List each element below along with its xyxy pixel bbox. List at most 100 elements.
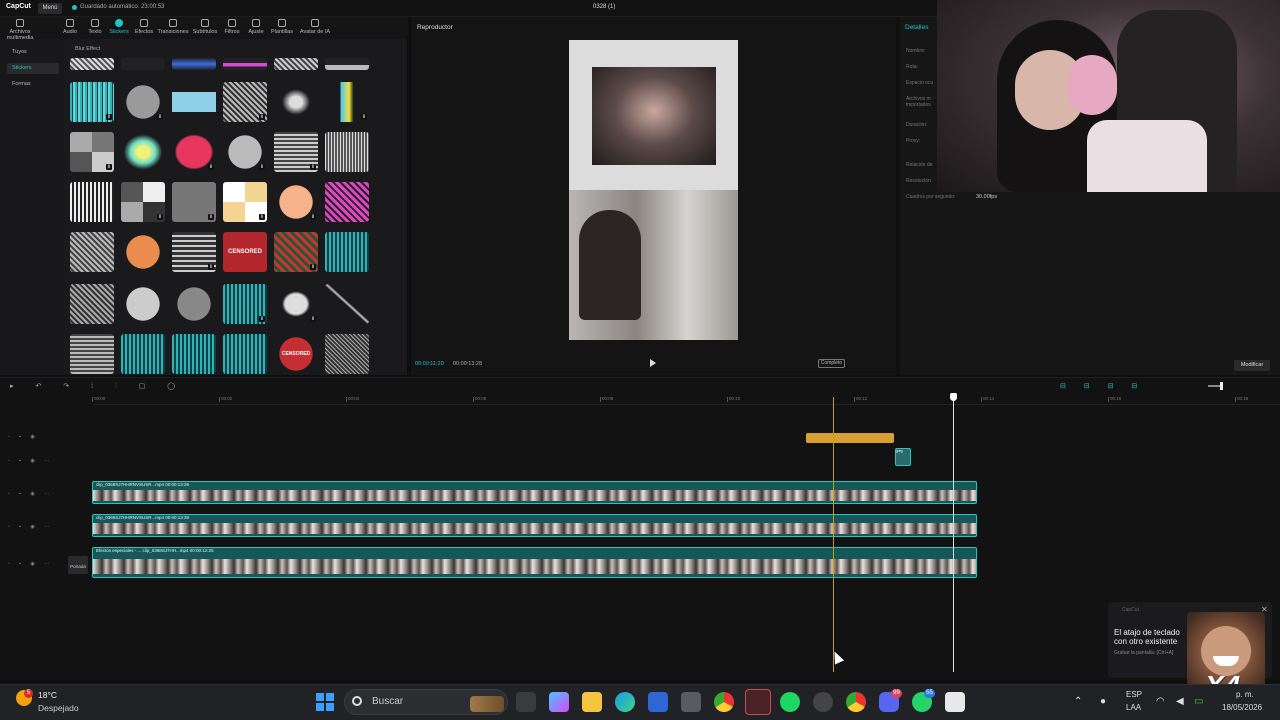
sticker-item[interactable] bbox=[325, 58, 369, 70]
tool-transitions[interactable]: Transiciones bbox=[155, 19, 191, 35]
preview-canvas[interactable] bbox=[569, 40, 738, 340]
microphone-icon[interactable]: ● bbox=[1100, 696, 1106, 707]
sticker-item[interactable]: ⬇ bbox=[172, 232, 216, 272]
track-controls[interactable]: ▫ ▪ ◉ ⋯ bbox=[8, 458, 53, 464]
sticker-item[interactable]: ⬇ bbox=[70, 132, 114, 172]
obs-icon[interactable] bbox=[813, 692, 833, 712]
download-icon[interactable]: ⬇ bbox=[310, 164, 316, 170]
spotify-icon[interactable] bbox=[780, 692, 800, 712]
download-icon[interactable]: ⬇ bbox=[310, 316, 316, 322]
download-icon[interactable]: ⬇ bbox=[208, 164, 214, 170]
sticker-item[interactable] bbox=[223, 334, 267, 374]
volume-icon[interactable]: ◀ bbox=[1176, 696, 1184, 707]
battery-icon[interactable]: ▭ bbox=[1194, 696, 1203, 707]
edge-icon[interactable] bbox=[615, 692, 635, 712]
chevron-up-icon[interactable]: ⌃ bbox=[1074, 696, 1082, 707]
sticker-item[interactable]: ⬇ bbox=[223, 182, 267, 222]
track-controls[interactable]: ▫ ▪ ◉ ⋯ bbox=[8, 524, 53, 530]
sticker-item[interactable]: ⬇ bbox=[172, 132, 216, 172]
sticker-item[interactable] bbox=[274, 58, 318, 70]
download-icon[interactable]: ⬇ bbox=[259, 214, 265, 220]
wifi-icon[interactable]: ◠ bbox=[1156, 696, 1165, 707]
sticker-item[interactable] bbox=[325, 132, 369, 172]
sticker-item[interactable] bbox=[325, 182, 369, 222]
sticker-item[interactable] bbox=[70, 232, 114, 272]
nav-item-formas[interactable]: Formas bbox=[7, 79, 59, 90]
sticker-item[interactable] bbox=[70, 334, 114, 374]
download-icon[interactable]: ⬇ bbox=[106, 164, 112, 170]
sticker-item[interactable] bbox=[121, 132, 165, 172]
download-icon[interactable]: ⬇ bbox=[208, 214, 214, 220]
sticker-item[interactable]: ⬇ bbox=[274, 132, 318, 172]
store-icon[interactable] bbox=[648, 692, 668, 712]
sticker-item[interactable] bbox=[70, 284, 114, 324]
tab-details[interactable]: Detalles bbox=[905, 24, 928, 31]
file-explorer-icon[interactable] bbox=[582, 692, 602, 712]
sticker-item[interactable]: ⬇ bbox=[274, 284, 318, 324]
tool-media[interactable]: Archivos multimedia bbox=[2, 19, 38, 41]
sticker-item[interactable]: ⬇ bbox=[121, 82, 165, 122]
sticker-item[interactable] bbox=[70, 58, 114, 70]
chrome-icon[interactable] bbox=[714, 692, 734, 712]
sticker-item[interactable] bbox=[121, 284, 165, 324]
sticker-item[interactable] bbox=[70, 182, 114, 222]
track-controls[interactable]: ▫ ▪ ◉ ⋯ bbox=[8, 491, 53, 497]
timeline-tools[interactable]: ▸ ↶ ↷ ⁞ ⫶ ▢ ◯ bbox=[10, 382, 185, 391]
censored-circle-sticker[interactable]: CENSORED bbox=[274, 334, 318, 374]
copilot-icon[interactable] bbox=[549, 692, 569, 712]
timeline-snap-tools[interactable]: ⊟ ⊟ ⊟ ⊟ bbox=[1060, 382, 1145, 390]
main-video-clip[interactable]: Efectos especiales - ... clip_0368SJ7HH.… bbox=[92, 547, 977, 578]
cover-button[interactable]: Portada bbox=[68, 556, 88, 574]
sticker-item[interactable] bbox=[121, 334, 165, 374]
track-controls[interactable]: ▫ ▪ ◉ bbox=[8, 434, 39, 440]
language-indicator[interactable]: ESP bbox=[1126, 690, 1142, 699]
timeline-ruler[interactable] bbox=[92, 393, 1280, 405]
image-clip[interactable]: jpeg bbox=[895, 448, 911, 466]
sticker-item[interactable]: ⬇ bbox=[172, 182, 216, 222]
video-clip[interactable]: clip_0368SJ7HHRNVSUSR...mp4 00:00:13:28 bbox=[92, 481, 977, 504]
clock-date[interactable]: 18/05/2026 bbox=[1222, 703, 1262, 712]
download-icon[interactable]: ⬇ bbox=[310, 214, 316, 220]
sticker-item[interactable]: ⬇ bbox=[223, 132, 267, 172]
zoom-slider-handle[interactable] bbox=[1220, 382, 1223, 390]
download-icon[interactable]: ⬇ bbox=[259, 316, 265, 322]
app-icon[interactable] bbox=[681, 692, 701, 712]
chrome-profile-icon[interactable] bbox=[846, 692, 866, 712]
capcut-app-icon[interactable] bbox=[945, 692, 965, 712]
tool-ai-avatar[interactable]: Avatar de IA bbox=[295, 19, 335, 35]
text-clip[interactable] bbox=[806, 433, 894, 443]
play-icon[interactable] bbox=[650, 359, 656, 367]
nav-item-stickers[interactable]: Stickers bbox=[7, 63, 59, 74]
sticker-item[interactable] bbox=[274, 82, 318, 122]
video-clip[interactable]: clip_0368SJ7HHRNVSUSR...mp4 00:00:13:28 bbox=[92, 514, 977, 537]
download-icon[interactable]: ⬇ bbox=[208, 264, 214, 270]
menu-button[interactable]: Menú bbox=[38, 3, 62, 14]
modify-button[interactable]: Modificar bbox=[1234, 360, 1270, 371]
sticker-item[interactable] bbox=[172, 334, 216, 374]
sticker-item[interactable] bbox=[325, 334, 369, 374]
censored-sticker[interactable]: CENSORED bbox=[223, 232, 267, 272]
sticker-item[interactable] bbox=[172, 82, 216, 122]
download-icon[interactable]: ⬇ bbox=[259, 164, 265, 170]
sticker-item[interactable]: ⬇ bbox=[274, 182, 318, 222]
sticker-item[interactable]: ⬇ bbox=[325, 82, 369, 122]
windows-start-icon[interactable] bbox=[316, 693, 334, 711]
download-icon[interactable]: ⬇ bbox=[310, 264, 316, 270]
sticker-item[interactable]: ⬇ bbox=[274, 232, 318, 272]
sticker-item[interactable] bbox=[121, 58, 165, 70]
task-view-icon[interactable] bbox=[516, 692, 536, 712]
playhead[interactable] bbox=[953, 393, 954, 672]
sticker-item[interactable]: ⬇ bbox=[70, 82, 114, 122]
sticker-item[interactable] bbox=[325, 284, 369, 324]
clock-time[interactable]: p. m. bbox=[1236, 690, 1254, 699]
download-icon[interactable]: ⬇ bbox=[259, 114, 265, 120]
sticker-item[interactable]: ⬇ bbox=[223, 82, 267, 122]
download-icon[interactable]: ⬇ bbox=[157, 214, 163, 220]
download-icon[interactable]: ⬇ bbox=[106, 114, 112, 120]
playhead-handle[interactable] bbox=[950, 393, 957, 401]
download-icon[interactable]: ⬇ bbox=[157, 114, 163, 120]
sticker-item[interactable] bbox=[325, 232, 369, 272]
sticker-item[interactable] bbox=[121, 232, 165, 272]
download-icon[interactable]: ⬇ bbox=[361, 114, 367, 120]
ratio-button[interactable]: Completo bbox=[818, 359, 845, 368]
